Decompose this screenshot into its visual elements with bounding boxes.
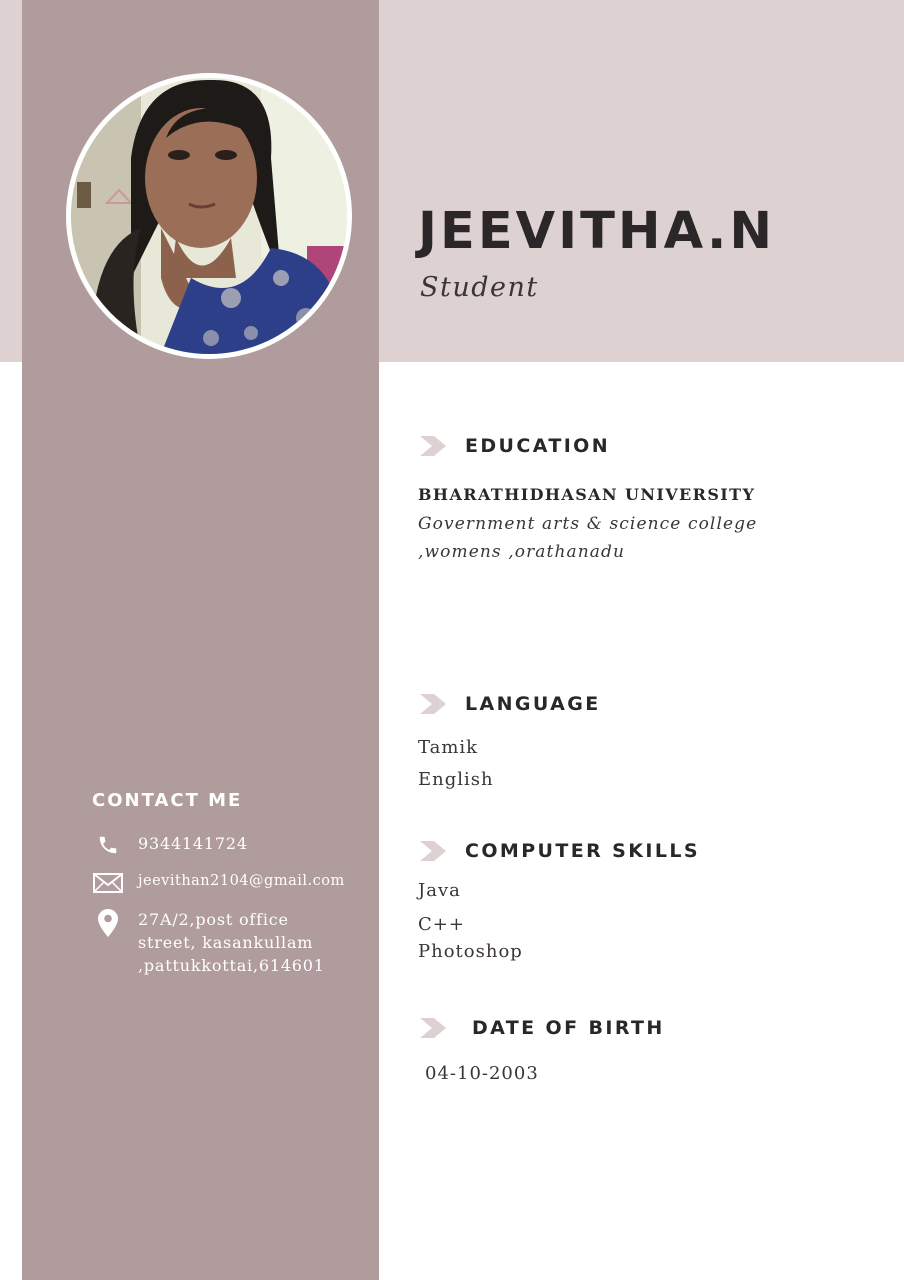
contact-address: 27A/2,post office street, kasankullam ,p…	[92, 908, 325, 977]
language-item: Tamik	[418, 737, 479, 758]
email-address: jeevithan2104@gmail.com	[138, 873, 345, 889]
candidate-role: Student	[420, 272, 539, 303]
location-pin-icon	[92, 908, 124, 938]
address-block: 27A/2,post office street, kasankullam ,p…	[138, 908, 325, 977]
address-line: 27A/2,post office	[138, 910, 289, 929]
chevron-right-icon	[420, 694, 446, 714]
education-title: EDUCATION	[465, 435, 611, 457]
profile-photo	[71, 78, 347, 354]
education-heading: EDUCATION	[418, 431, 610, 461]
date-of-birth-title: DATE OF BIRTH	[472, 1017, 665, 1039]
address-line: street, kasankullam	[138, 933, 314, 952]
skill-item: Photoshop	[418, 941, 523, 962]
resume-page: JEEVITHA.N Student EDUCATION BHARATHIDHA…	[0, 0, 904, 1280]
phone-icon	[92, 832, 124, 858]
computer-skills-heading: COMPUTER SKILLS	[418, 836, 700, 866]
candidate-name: JEEVITHA.N	[418, 202, 776, 261]
skill-item: C++	[418, 914, 465, 935]
contact-title: CONTACT ME	[92, 790, 243, 811]
profile-photo-frame	[66, 73, 352, 359]
chevron-right-icon	[420, 436, 446, 456]
language-item: English	[418, 769, 494, 790]
education-college-line1: Government arts & science college	[418, 514, 758, 534]
mail-icon	[92, 870, 124, 896]
phone-number: 9344141724	[138, 834, 248, 853]
education-college: Government arts & science college ,women…	[418, 510, 757, 566]
contact-email: jeevithan2104@gmail.com	[92, 870, 345, 896]
language-heading: LANGUAGE	[418, 689, 601, 719]
address-line: ,pattukkottai,614601	[138, 956, 325, 975]
contact-phone: 9344141724	[92, 832, 248, 858]
skill-item: Java	[418, 880, 461, 901]
chevron-right-icon	[420, 841, 446, 861]
computer-skills-title: COMPUTER SKILLS	[465, 840, 700, 862]
language-title: LANGUAGE	[465, 693, 601, 715]
chevron-right-icon	[420, 1018, 446, 1038]
date-of-birth-heading: DATE OF BIRTH	[418, 1013, 665, 1043]
education-college-line2: ,womens ,orathanadu	[418, 542, 626, 562]
date-of-birth-value: 04-10-2003	[425, 1063, 539, 1084]
education-institution: BHARATHIDHASAN UNIVERSITY	[418, 485, 756, 504]
